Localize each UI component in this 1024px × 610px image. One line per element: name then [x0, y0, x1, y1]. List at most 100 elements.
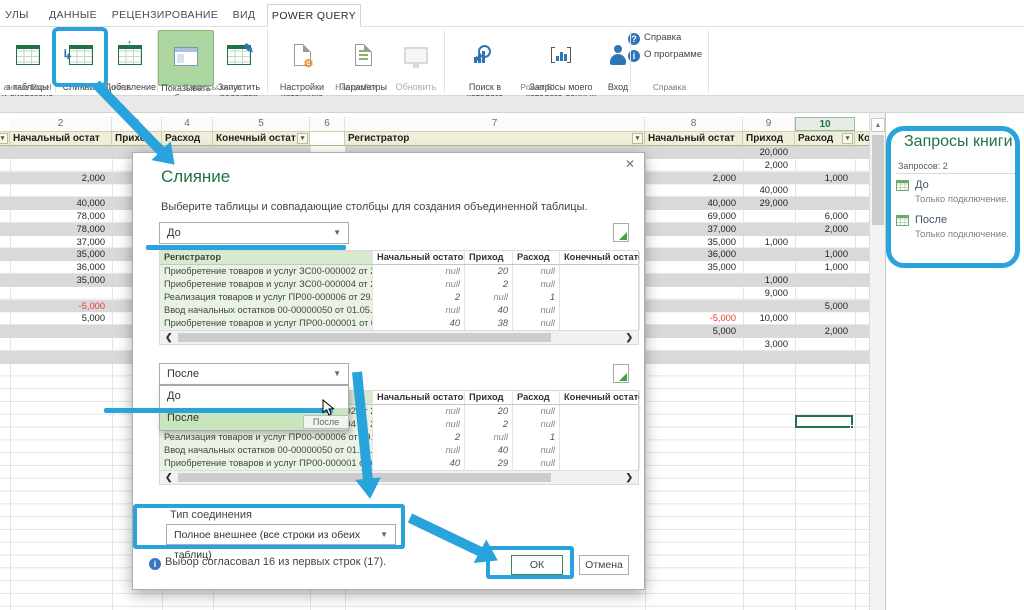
sheet-cell[interactable]: 78,000	[10, 210, 109, 223]
scrollbar-thumb[interactable]	[178, 473, 551, 482]
ok-button[interactable]: ОК	[511, 555, 563, 575]
scroll-right-icon[interactable]: ❯	[625, 332, 633, 343]
sheet-cell[interactable]: 40,000	[645, 197, 740, 210]
tab-power-query[interactable]: POWER QUERY	[267, 4, 361, 27]
scrollbar-thumb[interactable]	[178, 333, 551, 342]
tab-review[interactable]: РЕЦЕНЗИРОВАНИЕ	[110, 4, 220, 27]
sheet-cell[interactable]: 1,000	[795, 261, 852, 274]
options-button[interactable]: Параметры	[336, 30, 390, 86]
tab-formulas-partial[interactable]: УЛЫ	[0, 4, 34, 27]
sheet-cell[interactable]: 2,000	[743, 159, 792, 172]
column-number[interactable]: 6	[310, 117, 345, 131]
sheet-cell[interactable]: 35,000	[645, 236, 740, 249]
sheet-cell[interactable]: 2,000	[10, 172, 109, 185]
search-catalog-button[interactable]: Поиск в каталоге данных	[450, 30, 520, 86]
sheet-cell[interactable]: -5,000	[645, 312, 740, 325]
column-header[interactable]	[310, 131, 345, 146]
preview-hscrollbar[interactable]: ❮❯	[160, 330, 638, 344]
about-link[interactable]: iО программе	[628, 48, 702, 62]
column-number[interactable]: 10	[795, 117, 855, 131]
sheet-cell[interactable]: 37,000	[10, 236, 109, 249]
sheet-cell[interactable]: 1,000	[795, 172, 852, 185]
sheet-cell[interactable]: 1,000	[743, 236, 792, 249]
filter-icon[interactable]: ▾	[0, 133, 8, 144]
column-header[interactable]: Приход▾	[112, 131, 162, 146]
first-table-dropdown[interactable]: До▼	[159, 222, 349, 244]
cancel-button[interactable]: Отмена	[579, 555, 629, 575]
column-number[interactable]: 9	[743, 117, 795, 131]
sheet-cell[interactable]: 2,000	[795, 223, 852, 236]
show-pane-toggle[interactable]: Показывать область	[158, 30, 214, 86]
scrollbar-thumb[interactable]	[872, 135, 884, 225]
from-table-button[interactable]: з таблицы и диапазона	[1, 30, 54, 86]
sheet-cell[interactable]: 78,000	[10, 223, 109, 236]
append-button[interactable]: ↕ Добавление	[105, 30, 155, 86]
select-range-icon-2[interactable]	[613, 364, 629, 383]
sheet-cell[interactable]: 3,000	[743, 338, 792, 351]
sheet-cell[interactable]: 20,000	[743, 146, 792, 159]
sheet-cell[interactable]: -5,000	[10, 300, 109, 313]
select-range-icon-1[interactable]	[613, 223, 629, 242]
sheet-cell[interactable]: 40,000	[10, 197, 109, 210]
launch-editor-button[interactable]: ✎ Запустить редактор	[214, 30, 264, 86]
tab-view[interactable]: ВИД	[224, 4, 264, 27]
sheet-cell[interactable]: 35,000	[10, 274, 109, 287]
column-header[interactable]: Расход▾	[795, 131, 855, 146]
column-number[interactable]: 2	[10, 117, 112, 131]
sheet-cell[interactable]: 36,000	[10, 261, 109, 274]
sheet-cell[interactable]: 35,000	[10, 248, 109, 261]
column-header[interactable]: ▾	[0, 131, 10, 146]
scroll-left-icon[interactable]: ❮	[165, 332, 173, 343]
my-catalog-queries-button[interactable]: Запросы моего каталога данных	[521, 30, 601, 86]
join-kind-dropdown[interactable]: Полное внешнее (все строки из обеих табл…	[166, 524, 396, 545]
column-number[interactable]: 3	[112, 117, 162, 131]
preview-row: Приобретение товаров и услуг ЗС00-000004…	[160, 278, 638, 291]
tab-data[interactable]: ДАННЫЕ	[40, 4, 106, 27]
sheet-cell[interactable]: 1,000	[795, 248, 852, 261]
sheet-cell[interactable]: 35,000	[645, 261, 740, 274]
data-source-settings-button[interactable]: ⚙ Настройки источника данных	[270, 30, 334, 86]
vertical-scrollbar[interactable]: ▲	[869, 113, 885, 610]
sheet-cell[interactable]: 6,000	[795, 210, 852, 223]
merge-button[interactable]: ↳ Слияние	[57, 30, 105, 86]
column-header[interactable]: Приход▾	[743, 131, 795, 146]
column-number[interactable]: 4	[162, 117, 213, 131]
scroll-right-icon[interactable]: ❯	[625, 472, 633, 483]
column-header[interactable]: Расход▾	[162, 131, 213, 146]
second-table-dropdown[interactable]: После▼	[159, 363, 349, 385]
preview-hscrollbar[interactable]: ❮❯	[160, 470, 638, 484]
sheet-cell[interactable]: 2,000	[645, 172, 740, 185]
sheet-cell[interactable]: 1,000	[743, 274, 792, 287]
sheet-cell[interactable]: 36,000	[645, 248, 740, 261]
sheet-cell[interactable]: 69,000	[645, 210, 740, 223]
sheet-cell[interactable]: 5,000	[10, 312, 109, 325]
sheet-cell[interactable]: 5,000	[795, 300, 852, 313]
column-number[interactable]: 5	[213, 117, 310, 131]
sheet-cell[interactable]: 5,000	[645, 325, 740, 338]
sheet-cell[interactable]: 37,000	[645, 223, 740, 236]
preview-cell	[560, 431, 640, 444]
sheet-cell[interactable]: 29,000	[743, 197, 792, 210]
sheet-cell[interactable]: 10,000	[743, 312, 792, 325]
column-header[interactable]: Регистратор▾	[345, 131, 645, 146]
active-cell[interactable]	[795, 415, 853, 428]
sheet-cell[interactable]: 9,000	[743, 287, 792, 300]
dialog-close-icon[interactable]: ✕	[625, 157, 635, 171]
scroll-up-arrow[interactable]: ▲	[871, 118, 885, 132]
column-header[interactable]: Начальный остат▾	[645, 131, 743, 146]
column-number[interactable]: 7	[345, 117, 645, 131]
preview-cell	[560, 304, 640, 317]
scroll-left-icon[interactable]: ❮	[165, 472, 173, 483]
sheet-cell[interactable]: 40,000	[743, 184, 792, 197]
column-number[interactable]: 8	[645, 117, 743, 131]
dropdown-option-do[interactable]: До	[160, 386, 348, 408]
filter-icon[interactable]: ▾	[632, 133, 643, 144]
formula-bar[interactable]	[0, 96, 1024, 113]
column-header[interactable]: Коне	[855, 131, 869, 146]
filter-icon[interactable]: ▾	[842, 133, 853, 144]
filter-icon[interactable]: ▾	[297, 133, 308, 144]
column-header[interactable]: Начальный остат▾	[10, 131, 112, 146]
help-link[interactable]: ?Справка	[628, 31, 681, 45]
column-header[interactable]: Конечный остат▾	[213, 131, 310, 146]
sheet-cell[interactable]: 2,000	[795, 325, 852, 338]
